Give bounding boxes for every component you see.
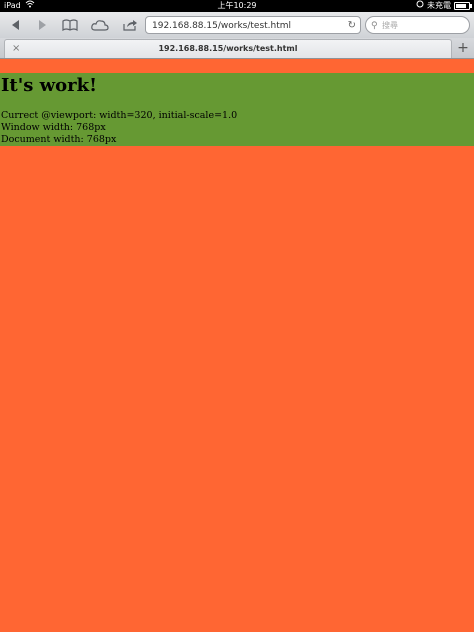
- back-arrow-icon[interactable]: [4, 15, 28, 35]
- battery-label: 未充電: [427, 1, 451, 10]
- tab-current[interactable]: × 192.168.88.15/works/test.html: [4, 39, 452, 58]
- search-icon: ⚲: [371, 21, 378, 31]
- search-input[interactable]: ⚲ 搜尋: [365, 16, 470, 34]
- url-text: 192.168.88.15/works/test.html: [152, 21, 292, 31]
- battery-icon: [454, 2, 472, 10]
- forward-arrow-icon[interactable]: [30, 15, 54, 35]
- status-time: 上午10:29: [217, 1, 257, 10]
- rotation-lock-icon: [416, 0, 424, 12]
- url-field[interactable]: 192.168.88.15/works/test.html ↻: [145, 16, 361, 34]
- cloud-icon[interactable]: [88, 15, 112, 35]
- bookmarks-book-icon[interactable]: [58, 15, 82, 35]
- browser-toolbar: 192.168.88.15/works/test.html ↻ ⚲ 搜尋: [0, 12, 474, 39]
- info-panel: It's work! Currect @viewport: width=320,…: [0, 73, 474, 146]
- search-placeholder: 搜尋: [382, 21, 398, 30]
- close-tab-icon[interactable]: ×: [12, 40, 20, 58]
- viewport-line: Currect @viewport: width=320, initial-sc…: [1, 110, 238, 121]
- share-icon[interactable]: [118, 15, 142, 35]
- document-width-line: Document width: 768px: [1, 134, 117, 145]
- window-width-line: Window width: 768px: [1, 122, 106, 133]
- new-tab-button[interactable]: +: [455, 40, 471, 56]
- tab-title: 192.168.88.15/works/test.html: [158, 44, 298, 53]
- page-heading: It's work!: [1, 75, 98, 96]
- status-bar: iPad 上午10:29 未充電: [0, 0, 474, 12]
- tab-bar: × 192.168.88.15/works/test.html +: [0, 38, 474, 59]
- reload-icon[interactable]: ↻: [348, 17, 356, 35]
- status-right: 未充電: [416, 0, 472, 12]
- info-lines: Currect @viewport: width=320, initial-sc…: [0, 110, 474, 146]
- web-content: It's work! Currect @viewport: width=320,…: [0, 59, 474, 632]
